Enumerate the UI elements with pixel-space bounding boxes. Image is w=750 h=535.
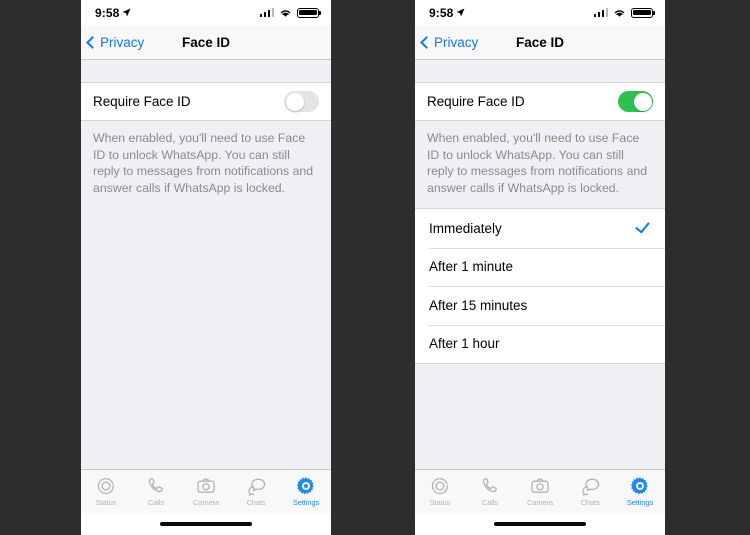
back-button-label: Privacy: [100, 34, 145, 50]
battery-full-icon: [297, 7, 319, 18]
tab-label: Settings: [626, 498, 654, 507]
cellular-signal-icon: [593, 8, 608, 17]
gear-icon: [296, 476, 316, 496]
require-face-id-description: When enabled, you'll need to use Face ID…: [81, 121, 331, 208]
status-bar-time: 9:58: [95, 5, 120, 20]
back-button-privacy[interactable]: Privacy: [81, 35, 144, 50]
tab-label: Chats: [246, 498, 266, 507]
require-face-id-label: Require Face ID: [427, 94, 525, 109]
tab-bar: Status Calls Camera Chats Settings: [415, 469, 665, 513]
wifi-icon: [614, 9, 625, 17]
nav-bar: Privacy Face ID: [81, 25, 331, 60]
status-bar-right: [259, 7, 319, 18]
auto-lock-option-label: After 1 hour: [429, 336, 500, 352]
back-button-label: Privacy: [434, 34, 479, 50]
require-face-id-row[interactable]: Require Face ID: [81, 83, 331, 120]
toggle-knob: [633, 92, 652, 111]
require-face-id-description: When enabled, you'll need to use Face ID…: [415, 121, 665, 208]
tab-label: Status: [429, 498, 451, 507]
settings-content: Require Face ID When enabled, you'll nee…: [81, 60, 331, 469]
battery-full-icon: [631, 7, 653, 18]
location-arrow-icon: [456, 8, 465, 17]
tab-label: Chats: [580, 498, 600, 507]
home-indicator-area: [81, 513, 331, 535]
home-indicator[interactable]: [494, 522, 586, 526]
require-face-id-group: Require Face ID: [81, 82, 331, 121]
status-rings-icon: [430, 476, 450, 496]
auto-lock-option-row[interactable]: Immediately: [415, 209, 665, 248]
tab-label: Status: [95, 498, 117, 507]
tab-label: Calls: [481, 498, 499, 507]
tab-chats[interactable]: Chats: [565, 476, 615, 507]
cellular-signal-icon: [259, 8, 274, 17]
toggle-knob: [285, 92, 304, 111]
chat-bubbles-icon: [580, 476, 601, 496]
status-bar-right: [593, 7, 653, 18]
wifi-icon: [280, 9, 291, 17]
chevron-left-icon: [86, 35, 99, 49]
status-bar: 9:58: [81, 0, 331, 25]
auto-lock-option-row[interactable]: After 1 hour: [415, 324, 665, 363]
tab-label: Camera: [526, 498, 554, 507]
home-indicator[interactable]: [160, 522, 252, 526]
tab-calls[interactable]: Calls: [465, 476, 515, 507]
tab-settings[interactable]: Settings: [615, 476, 665, 507]
chat-bubbles-icon: [246, 476, 267, 496]
status-bar-left: 9:58: [429, 6, 465, 20]
tab-bar: Status Calls Camera Chats Settings: [81, 469, 331, 513]
auto-lock-option-row[interactable]: After 1 minute: [415, 247, 665, 286]
phone-screen-left: 9:58 Privacy Face ID Require Face ID Whe…: [81, 0, 331, 535]
status-bar: 9:58: [415, 0, 665, 25]
status-rings-icon: [96, 476, 116, 496]
content-filler: [81, 208, 331, 469]
require-face-id-toggle[interactable]: [618, 91, 653, 112]
auto-lock-options-group: Immediately After 1 minute After 15 minute…: [415, 208, 665, 364]
tab-calls[interactable]: Calls: [131, 476, 181, 507]
content-filler: [415, 364, 665, 469]
status-bar-time: 9:58: [429, 5, 454, 20]
back-button-privacy[interactable]: Privacy: [415, 35, 478, 50]
tab-label: Settings: [292, 498, 320, 507]
checkmark-icon: [635, 218, 650, 234]
tab-label: Calls: [147, 498, 165, 507]
tab-chats[interactable]: Chats: [231, 476, 281, 507]
tab-status[interactable]: Status: [415, 476, 465, 507]
phone-icon: [480, 476, 500, 496]
nav-bar: Privacy Face ID: [415, 25, 665, 60]
auto-lock-option-row[interactable]: After 15 minutes: [415, 286, 665, 325]
require-face-id-row[interactable]: Require Face ID: [415, 83, 665, 120]
camera-icon: [196, 476, 216, 496]
auto-lock-option-label: After 15 minutes: [429, 297, 528, 313]
screenshot-stage: 9:58 Privacy Face ID Require Face ID Whe…: [0, 0, 750, 535]
require-face-id-toggle[interactable]: [284, 91, 319, 112]
settings-content: Require Face ID When enabled, you'll nee…: [415, 60, 665, 469]
chevron-left-icon: [420, 35, 433, 49]
status-bar-left: 9:58: [95, 6, 131, 20]
tab-settings[interactable]: Settings: [281, 476, 331, 507]
camera-icon: [530, 476, 550, 496]
phone-screen-right: 9:58 Privacy Face ID Require Face ID Whe…: [415, 0, 665, 535]
top-spacer: [415, 60, 665, 82]
require-face-id-group: Require Face ID: [415, 82, 665, 121]
require-face-id-label: Require Face ID: [93, 94, 191, 109]
tab-camera[interactable]: Camera: [515, 476, 565, 507]
tab-label: Camera: [192, 498, 220, 507]
auto-lock-option-label: After 1 minute: [429, 259, 514, 275]
tab-status[interactable]: Status: [81, 476, 131, 507]
gear-icon: [630, 476, 650, 496]
top-spacer: [81, 60, 331, 82]
home-indicator-area: [415, 513, 665, 535]
auto-lock-option-label: Immediately: [429, 220, 502, 236]
tab-camera[interactable]: Camera: [181, 476, 231, 507]
phone-icon: [146, 476, 166, 496]
location-arrow-icon: [122, 8, 131, 17]
